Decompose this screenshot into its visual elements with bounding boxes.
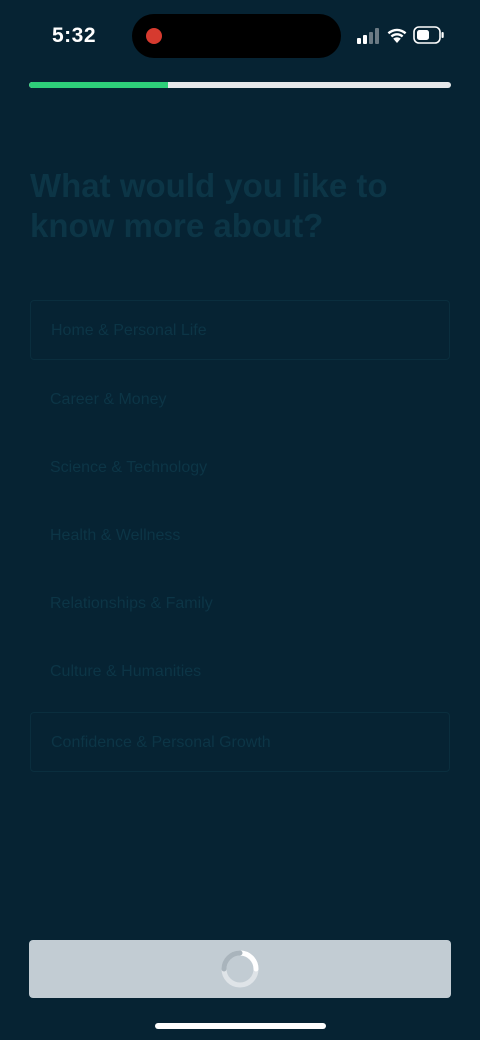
status-bar: 5:32: [0, 0, 480, 72]
loading-spinner-icon: [221, 950, 259, 988]
option-item[interactable]: Career & Money: [30, 370, 450, 430]
battery-icon: [413, 26, 444, 44]
option-item[interactable]: Culture & Humanities: [30, 642, 450, 702]
progress-bar: [29, 82, 451, 88]
status-time: 5:32: [52, 24, 97, 47]
option-item[interactable]: Relationships & Family: [30, 574, 450, 634]
progress-bar-fill: [29, 82, 169, 88]
continue-button[interactable]: [29, 940, 451, 998]
cellular-signal-icon: [357, 28, 379, 44]
recording-indicator-icon: [146, 28, 162, 44]
wifi-icon: [387, 28, 407, 43]
option-item[interactable]: Home & Personal Life: [30, 300, 450, 360]
option-item[interactable]: Health & Wellness: [30, 506, 450, 566]
home-indicator[interactable]: [155, 1023, 326, 1029]
option-item[interactable]: Confidence & Personal Growth: [30, 712, 450, 772]
option-item[interactable]: Science & Technology: [30, 438, 450, 498]
dynamic-island: [132, 14, 341, 58]
onboarding-screen: 5:32 What would you like to know more ab…: [0, 0, 480, 1040]
question-heading: What would you like to know more about?: [30, 167, 388, 244]
